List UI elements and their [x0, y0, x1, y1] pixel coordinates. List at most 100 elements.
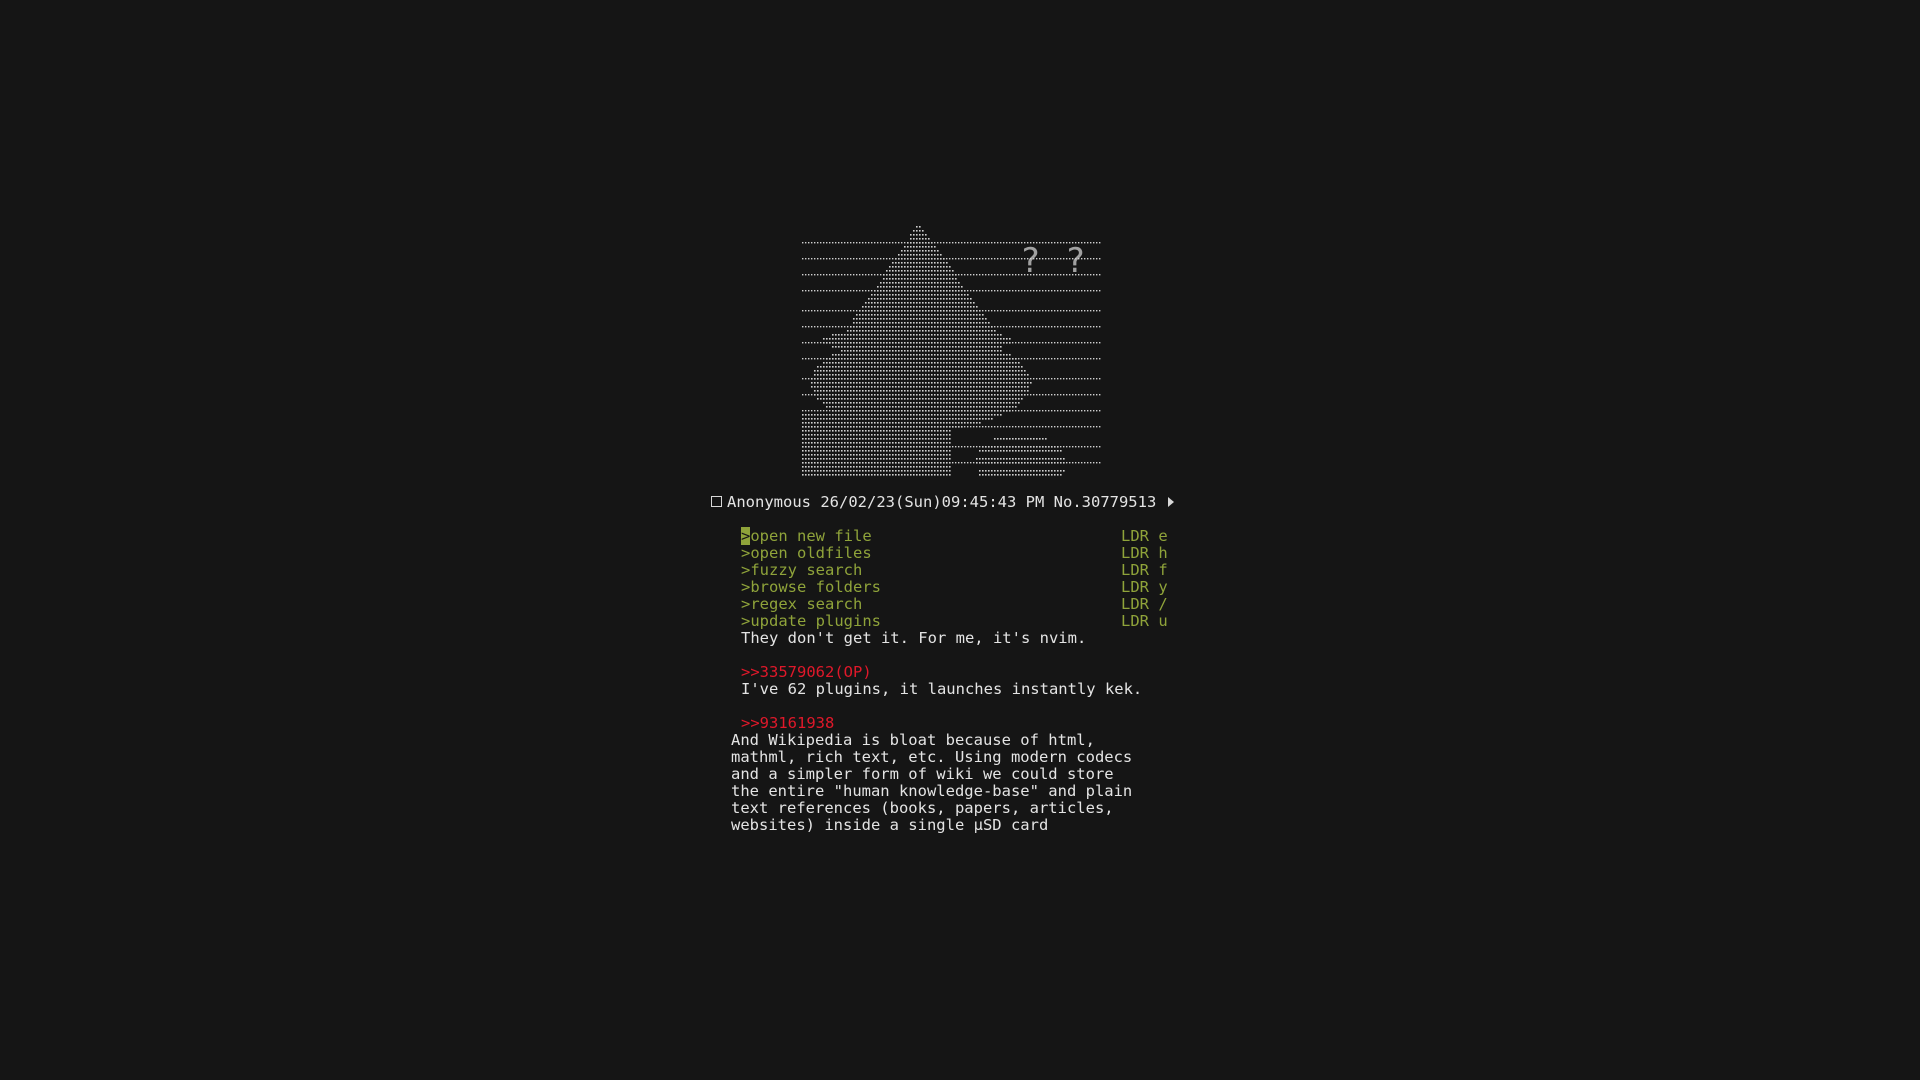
ascii-dot [802, 446, 804, 448]
ascii-dot [973, 318, 975, 320]
ascii-dot [859, 258, 861, 260]
quote-link[interactable]: >>93161938 [741, 715, 834, 732]
menu-item-fuzzy-search[interactable]: >fuzzy search LDR f [741, 562, 1181, 579]
ascii-dot [1021, 446, 1023, 448]
ascii-dot [901, 374, 903, 376]
ascii-dot [1051, 470, 1053, 472]
ascii-dot [844, 466, 846, 468]
ascii-dot [853, 410, 855, 412]
ascii-dot [865, 274, 867, 276]
ascii-dot [880, 458, 882, 460]
ascii-dot [1003, 326, 1005, 328]
menu-item-prefix: > [741, 561, 751, 579]
ascii-dot [943, 470, 945, 472]
ascii-dot [841, 470, 843, 472]
ascii-dot [880, 242, 882, 244]
post-menu-arrow-icon[interactable] [1168, 497, 1175, 507]
ascii-dot [967, 242, 969, 244]
ascii-dot [1030, 450, 1032, 452]
ascii-dot [817, 366, 819, 368]
ascii-dot [883, 258, 885, 260]
ascii-dot [916, 386, 918, 388]
menu-item-regex-search[interactable]: >regex search LDR / [741, 596, 1181, 613]
ascii-dot [868, 438, 870, 440]
ascii-dot [934, 402, 936, 404]
ascii-dot [946, 422, 948, 424]
ascii-dot [964, 386, 966, 388]
ascii-dot [862, 390, 864, 392]
ascii-dot [913, 422, 915, 424]
ascii-dot [970, 386, 972, 388]
ascii-dot [1021, 386, 1023, 388]
ascii-dot [1087, 342, 1089, 344]
ascii-dot [856, 350, 858, 352]
ascii-dot [985, 330, 987, 332]
ascii-dot [1084, 342, 1086, 344]
ascii-dot [931, 274, 933, 276]
ascii-dot [874, 434, 876, 436]
ascii-dot [877, 454, 879, 456]
ascii-dot [1066, 358, 1068, 360]
ascii-dot [922, 418, 924, 420]
ascii-dot [982, 458, 984, 460]
ascii-dot [934, 430, 936, 432]
ascii-dot [925, 242, 927, 244]
ascii-dot [925, 294, 927, 296]
ascii-dot [847, 454, 849, 456]
ascii-dot [883, 322, 885, 324]
post-number[interactable]: No.30779513 [1054, 493, 1157, 511]
ascii-dot [1006, 290, 1008, 292]
ascii-dot [853, 338, 855, 340]
ascii-dot [982, 350, 984, 352]
ascii-dot [1018, 386, 1020, 388]
ascii-dot [838, 402, 840, 404]
ascii-dot [916, 454, 918, 456]
ascii-dot [820, 442, 822, 444]
ascii-dot [988, 346, 990, 348]
ascii-dot [889, 294, 891, 296]
ascii-dot [1045, 394, 1047, 396]
ascii-dot [820, 470, 822, 472]
ascii-dot [904, 426, 906, 428]
ascii-dot [988, 462, 990, 464]
ascii-dot [1054, 450, 1056, 452]
ascii-dot [952, 366, 954, 368]
ascii-dot [967, 386, 969, 388]
ascii-dot [1054, 326, 1056, 328]
ascii-dot [943, 346, 945, 348]
ascii-dot [868, 302, 870, 304]
ascii-dot [829, 342, 831, 344]
ascii-dot [928, 430, 930, 432]
ascii-dot [1000, 258, 1002, 260]
post-checkbox[interactable] [711, 496, 722, 507]
ascii-dot [874, 302, 876, 304]
ascii-dot [874, 326, 876, 328]
ascii-dot [904, 362, 906, 364]
ascii-dot [985, 382, 987, 384]
ascii-dot [907, 350, 909, 352]
ascii-dot [889, 370, 891, 372]
menu-item-browse-folders[interactable]: >browse folders LDR y [741, 579, 1181, 596]
menu-item-update-plugins[interactable]: >update plugins LDR u [741, 613, 1181, 630]
menu-item-open-new-file[interactable]: >open new file LDR e [741, 527, 1181, 545]
ascii-dot [856, 358, 858, 360]
ascii-dot [1021, 366, 1023, 368]
quote-link[interactable]: >>33579062(OP) [741, 664, 872, 681]
ascii-dot [955, 418, 957, 420]
ascii-dot [937, 342, 939, 344]
ascii-dot [1012, 258, 1014, 260]
ascii-dot [928, 338, 930, 340]
ascii-dot [994, 326, 996, 328]
ascii-dot [901, 294, 903, 296]
ascii-dot [1069, 342, 1071, 344]
ascii-dot [997, 358, 999, 360]
ascii-dot [1027, 426, 1029, 428]
menu-item-open-oldfiles[interactable]: >open oldfiles LDR h [741, 545, 1181, 562]
ascii-dot [955, 374, 957, 376]
ascii-dot [901, 250, 903, 252]
ascii-dot [1021, 398, 1023, 400]
ascii-dot [856, 458, 858, 460]
ascii-dot [985, 358, 987, 360]
ascii-dot [853, 406, 855, 408]
ascii-dot [874, 398, 876, 400]
